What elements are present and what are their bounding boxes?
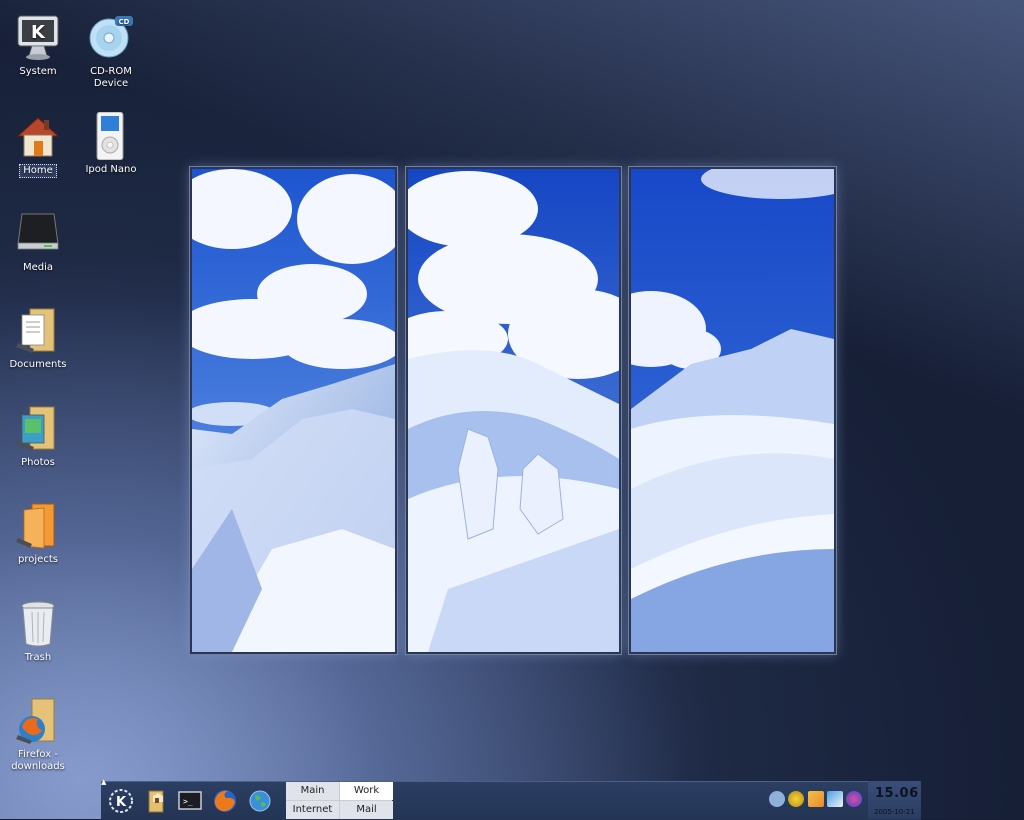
- desktop-icon-label: Trash: [24, 652, 52, 663]
- svg-text:K: K: [116, 795, 127, 810]
- desktop-icon-label: CD-ROM Device: [90, 66, 132, 89]
- file-manager-icon: [148, 790, 164, 813]
- projects-folder-icon: [14, 502, 62, 550]
- desktop-icon-label: Photos: [21, 457, 55, 468]
- desktop-icon-label: System: [19, 66, 57, 77]
- klipper-icon[interactable]: [808, 791, 824, 807]
- media-drive-icon: [14, 210, 62, 258]
- wallpaper-panel-left: [190, 167, 397, 654]
- desktop-icon-firefox-downloads[interactable]: Firefox - downloads: [2, 697, 74, 773]
- kde-menu-icon: K: [109, 789, 133, 813]
- pager-desktop-internet[interactable]: Internet: [286, 801, 339, 819]
- file-manager-button[interactable]: [143, 788, 169, 814]
- trash-icon: [14, 600, 62, 648]
- documents-folder-icon: [14, 307, 62, 355]
- desktop-icon-photos[interactable]: Photos: [2, 405, 74, 469]
- browser-globe-button[interactable]: [247, 788, 273, 814]
- desktop-pager: Main Work Internet Mail: [286, 782, 393, 819]
- desktop-icon-media[interactable]: Media: [2, 210, 74, 274]
- kmix-icon[interactable]: [846, 791, 862, 807]
- clock-time: 15.06: [875, 786, 919, 801]
- desktop-icon-label: Media: [22, 262, 54, 273]
- firefox-button[interactable]: [212, 788, 238, 814]
- desktop-icon-projects[interactable]: projects: [2, 502, 74, 566]
- wallpaper-panel-right: [629, 167, 836, 654]
- firefox-icon: [214, 790, 236, 812]
- terminal-icon: >_: [178, 791, 202, 810]
- svg-text:K: K: [31, 22, 46, 43]
- desktop-icon-label: projects: [18, 554, 58, 565]
- network-icon[interactable]: [827, 791, 843, 807]
- firefox-downloads-folder-icon: [14, 697, 62, 745]
- pager-desktop-main[interactable]: Main: [286, 782, 339, 800]
- desktop-icon-label: Firefox - downloads: [11, 749, 65, 772]
- desktop-icon-label: Ipod Nano: [85, 164, 137, 175]
- svg-text:>_: >_: [183, 797, 193, 806]
- desktop-icon-documents[interactable]: Documents: [2, 307, 74, 371]
- browser-globe-icon: [249, 790, 271, 812]
- kde-menu-button[interactable]: K: [108, 788, 134, 814]
- home-icon: [14, 112, 62, 160]
- wallpaper-panel-middle: [406, 167, 621, 654]
- desktop-icon-home[interactable]: Home: [2, 112, 74, 178]
- desktop-icon-ipod[interactable]: Ipod Nano: [75, 111, 147, 176]
- desktop-icon-label: Documents: [9, 359, 67, 370]
- pager-desktop-mail[interactable]: Mail: [340, 801, 393, 819]
- cdrom-icon: CD: [87, 14, 135, 62]
- desktop-icon-label: Home: [19, 164, 57, 178]
- ipod-icon: [87, 111, 135, 161]
- taskbar-hide-arrow-icon[interactable]: ▲: [101, 779, 111, 786]
- photos-folder-icon: [14, 405, 62, 453]
- svg-text:CD: CD: [119, 18, 130, 26]
- update-notifier-icon[interactable]: [788, 791, 804, 807]
- volume-icon[interactable]: [769, 791, 785, 807]
- desktop-icon-system[interactable]: K System: [2, 14, 74, 78]
- clock-date: 2005-10-21: [874, 808, 915, 816]
- terminal-button[interactable]: >_: [177, 788, 203, 814]
- system-monitor-icon: K: [14, 14, 62, 62]
- desktop-icon-trash[interactable]: Trash: [2, 600, 74, 664]
- pager-desktop-work[interactable]: Work: [340, 782, 393, 800]
- desktop-icon-cdrom[interactable]: CD CD-ROM Device: [75, 14, 147, 90]
